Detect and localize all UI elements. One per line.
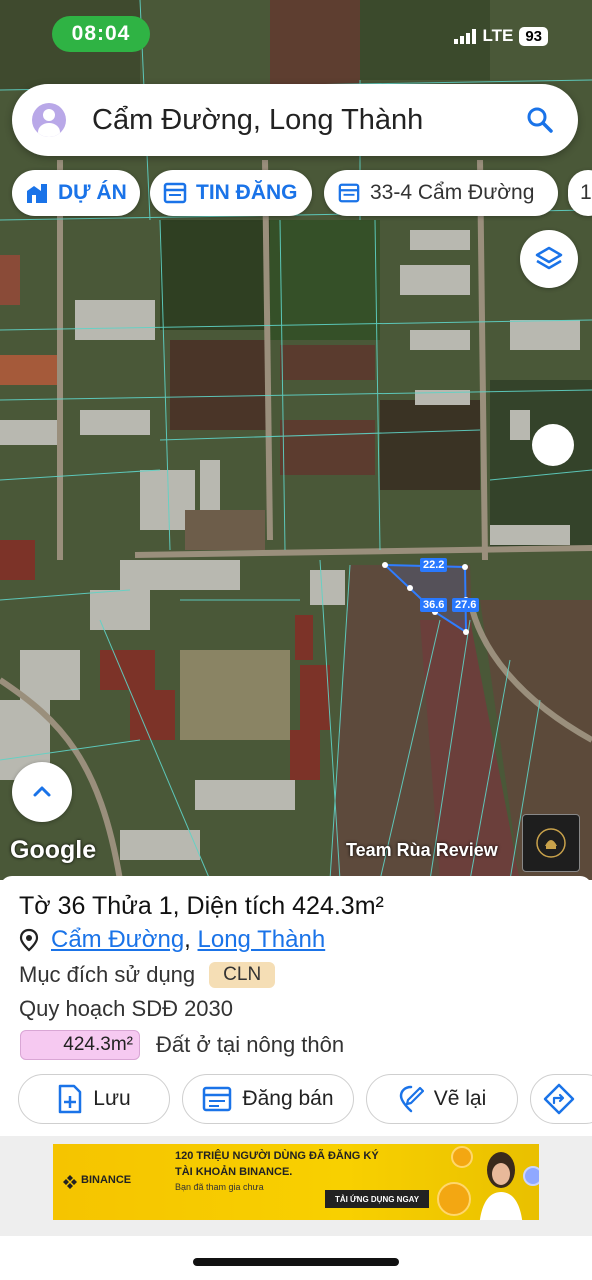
parcel-title: Tờ 36 Thửa 1, Diện tích 424.3m² (19, 892, 384, 921)
location-link-district[interactable]: Long Thành (198, 926, 326, 954)
chip-du-an[interactable]: DỰ ÁN (12, 170, 140, 216)
expand-up-button[interactable] (12, 762, 72, 822)
ad-area: BINANCE 120 TRIỆU NGƯỜI DÙNG ĐÃ ĐĂNG KÝ … (0, 1136, 592, 1236)
redraw-label: Vẽ lại (433, 1087, 487, 1110)
parcel-edge-label: 27.6 (452, 598, 480, 612)
google-logo: Google (10, 836, 97, 864)
chip-more[interactable]: 1 (568, 170, 592, 216)
coin-icon (437, 1182, 471, 1216)
draw-pin-icon (399, 1085, 424, 1113)
post-sale-label: Đăng bán (242, 1087, 334, 1110)
listing-icon (336, 180, 362, 206)
land-use-row: Mục đích sử dụng CLN (19, 962, 276, 988)
area-value: 424.3m² (292, 892, 384, 920)
building-icon (24, 180, 50, 206)
chip-label: 1 (580, 181, 592, 204)
location-separator: , (184, 926, 191, 953)
chip-address[interactable]: 33-4 Cẩm Đường (324, 170, 558, 216)
search-bar[interactable]: Cẩm Đường, Long Thành (12, 84, 578, 156)
battery-level: 93 (519, 26, 548, 46)
parcel-info-sheet: Tờ 36 Thửa 1, Diện tích 424.3m² Cẩm Đườn… (0, 876, 592, 1136)
post-sale-button[interactable]: Đăng bán (182, 1074, 354, 1124)
parcel-edge-label: 22.2 (420, 558, 448, 572)
planning-label: Quy hoạch SDĐ 2030 (19, 996, 234, 1021)
land-use-badge: CLN (209, 962, 276, 988)
signal-icon (454, 28, 477, 44)
chevron-up-icon (33, 786, 51, 797)
land-use-label: Mục đích sử dụng (19, 962, 196, 987)
plot-number: 1 (158, 892, 173, 920)
listing-icon (203, 1086, 232, 1112)
chip-label: TIN ĐĂNG (196, 181, 298, 204)
search-input[interactable]: Cẩm Đường, Long Thành (92, 104, 520, 137)
status-time: 08:04 (52, 16, 150, 52)
location-row: Cẩm Đường, Long Thành (19, 926, 325, 954)
search-icon[interactable] (520, 100, 560, 140)
planning-area-chip: 424.3m² (20, 1030, 140, 1060)
title-prefix: Tờ (19, 892, 51, 920)
ad-headline: 120 TRIỆU NGƯỜI DÙNG ĐÃ ĐĂNG KÝ (175, 1150, 379, 1162)
watermark: Team Rùa Review (346, 840, 498, 860)
plot-prefix: Thửa (91, 892, 152, 920)
sheet-number: 36 (57, 892, 86, 920)
save-button[interactable]: Lưu (18, 1074, 170, 1124)
location-link-ward[interactable]: Cẩm Đường (51, 926, 184, 954)
chip-label: 33-4 Cẩm Đường (370, 181, 535, 204)
directions-button[interactable] (530, 1074, 592, 1124)
chip-tin-dang[interactable]: TIN ĐĂNG (150, 170, 312, 216)
map-view[interactable]: 22.2 36.6 27.6 08:04 LTE 93 Cẩm Đường, L… (0, 0, 592, 880)
channel-logo (522, 814, 580, 872)
network-label: LTE (482, 26, 514, 45)
listing-icon (162, 180, 188, 206)
redraw-button[interactable]: Vẽ lại (366, 1074, 518, 1124)
ad-cta-button[interactable]: TẢI ỨNG DỤNG NGAY (325, 1190, 429, 1208)
save-label: Lưu (93, 1087, 131, 1110)
coin-icon (451, 1146, 473, 1168)
binance-logo-icon (63, 1175, 77, 1189)
drag-handle[interactable] (532, 424, 574, 466)
ad-person-image (479, 1152, 523, 1220)
ad-banner[interactable]: BINANCE 120 TRIỆU NGƯỜI DÙNG ĐÃ ĐĂNG KÝ … (53, 1144, 539, 1220)
location-pin-icon (19, 928, 39, 952)
avatar[interactable] (32, 103, 66, 137)
status-indicators: LTE 93 (454, 26, 548, 46)
filter-chips: DỰ ÁN TIN ĐĂNG 33-4 Cẩm Đường 1 (12, 170, 592, 216)
layers-button[interactable] (520, 230, 578, 288)
planning-description: Đất ở tại nông thôn (156, 1032, 345, 1057)
home-indicator[interactable] (193, 1258, 399, 1266)
ad-subtext: Bạn đã tham gia chưa (175, 1182, 264, 1192)
area-prefix: , Diện tích (172, 892, 286, 920)
chip-label: DỰ ÁN (58, 181, 127, 204)
save-doc-icon (59, 1084, 82, 1114)
parcel-edge-label: 36.6 (420, 598, 448, 612)
coin-icon (523, 1166, 539, 1186)
action-bar: Lưu Đăng bán Vẽ lại (0, 1074, 592, 1126)
directions-icon (543, 1083, 575, 1115)
ad-headline-2: TÀI KHOẢN BINANCE. (175, 1166, 293, 1178)
planning-row: 424.3m² Đất ở tại nông thôn (20, 1030, 344, 1060)
layers-icon (535, 246, 563, 270)
ad-brand: BINANCE (81, 1174, 132, 1186)
